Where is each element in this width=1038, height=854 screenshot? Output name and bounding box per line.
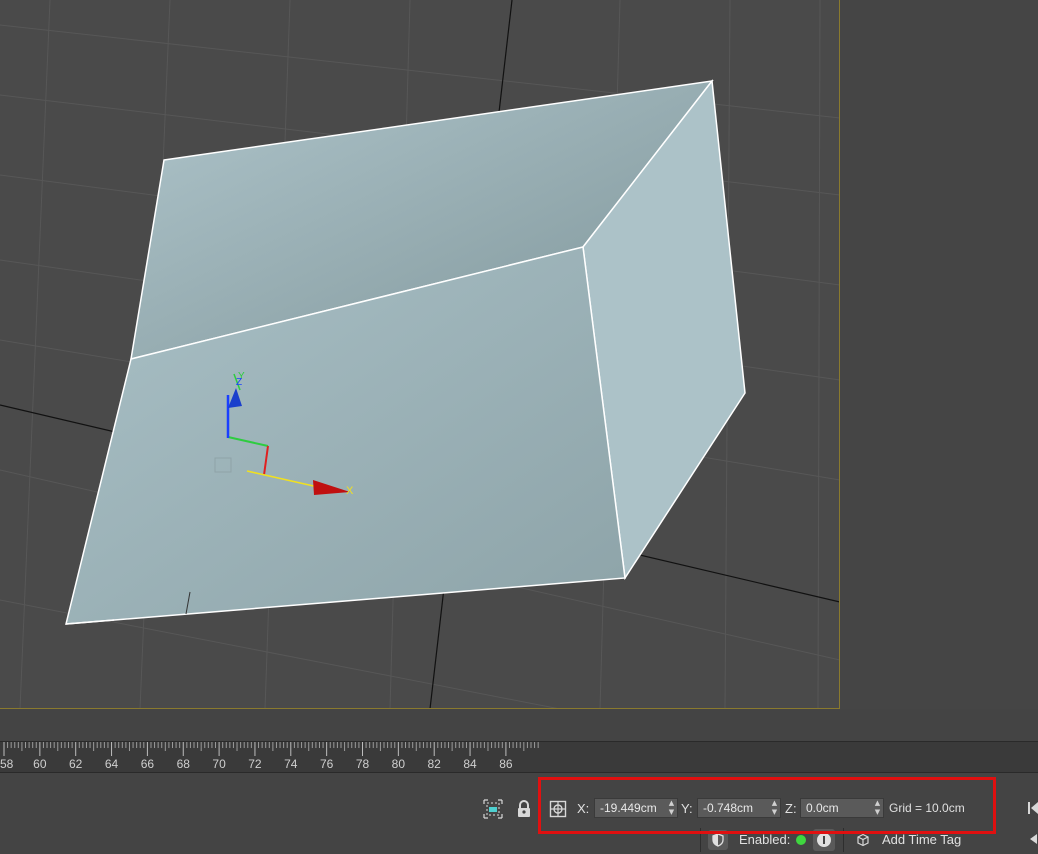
x-coord-value: -19.449cm bbox=[600, 801, 657, 815]
x-coord-field[interactable]: -19.449cm bbox=[594, 798, 678, 818]
status-row-2: Enabled: Add Time Tag bbox=[700, 826, 1038, 854]
y-coord-label: Y: bbox=[681, 801, 693, 816]
key-filter-icon[interactable] bbox=[708, 830, 728, 850]
timeline-tick-label: 58 bbox=[0, 757, 14, 771]
side-panel bbox=[840, 0, 1038, 709]
timeline-tick-label: 78 bbox=[355, 757, 370, 771]
x-coord-label: X: bbox=[577, 801, 590, 816]
timeline-tick-label: 70 bbox=[212, 757, 226, 771]
enabled-label: Enabled: bbox=[739, 832, 791, 847]
enabled-status-dot bbox=[796, 835, 806, 845]
z-coord-value: 0.0cm bbox=[806, 801, 839, 815]
viewport-scene: X Y Z bbox=[0, 0, 840, 709]
go-to-start-icon[interactable] bbox=[1026, 799, 1038, 817]
timeline-tick-label: 72 bbox=[248, 757, 262, 771]
status-divider bbox=[700, 828, 701, 852]
timeline-ticks bbox=[3, 742, 539, 756]
z-coord-spinner[interactable]: ▲ ▼ bbox=[873, 799, 882, 817]
status-divider bbox=[843, 828, 844, 852]
3d-object[interactable] bbox=[65, 79, 746, 625]
absolute-mode-icon[interactable] bbox=[548, 798, 568, 820]
y-coord-value: -0.748cm bbox=[703, 801, 754, 815]
select-object-icon[interactable] bbox=[482, 798, 504, 820]
timeline-tick-label: 68 bbox=[176, 757, 190, 771]
grid-size: Grid = 10.0cm bbox=[889, 801, 965, 815]
timeline-tick-label: 66 bbox=[140, 757, 155, 771]
timeline-tick-label: 62 bbox=[69, 757, 83, 771]
timeline-tick-label: 64 bbox=[104, 757, 119, 771]
gizmo-z-label: Z bbox=[236, 377, 242, 388]
lock-icon[interactable] bbox=[514, 798, 534, 820]
timeline-tick-label: 82 bbox=[427, 757, 441, 771]
prev-frame-icon[interactable] bbox=[1027, 831, 1038, 847]
timeline-tick-label: 76 bbox=[319, 757, 334, 771]
timeline-tick-label: 60 bbox=[33, 757, 47, 771]
perspective-viewport[interactable]: X Y Z bbox=[0, 0, 840, 709]
x-coord-spinner[interactable]: ▲ ▼ bbox=[667, 799, 676, 817]
enabled-toggle-icon[interactable] bbox=[813, 829, 835, 851]
z-coord-field[interactable]: 0.0cm bbox=[800, 798, 884, 818]
y-coord-field[interactable]: -0.748cm bbox=[697, 798, 781, 818]
time-tag-icon[interactable] bbox=[854, 831, 872, 849]
timeline-tick-label: 74 bbox=[284, 757, 298, 771]
z-coord-label: Z: bbox=[785, 801, 797, 816]
viewport-gap bbox=[0, 709, 1038, 741]
y-coord-spinner[interactable]: ▲ ▼ bbox=[770, 799, 779, 817]
add-time-tag-button[interactable]: Add Time Tag bbox=[882, 832, 961, 847]
timeline-tick-label: 86 bbox=[499, 757, 513, 771]
timeline-ruler[interactable]: 58 60 62 64 66 68 70 72 74 76 78 80 82 84 86 bbox=[0, 741, 1038, 773]
gizmo-x-label: X bbox=[346, 485, 354, 497]
timeline-tick-label: 84 bbox=[463, 757, 477, 771]
timeline-tick-label: 80 bbox=[391, 757, 406, 771]
